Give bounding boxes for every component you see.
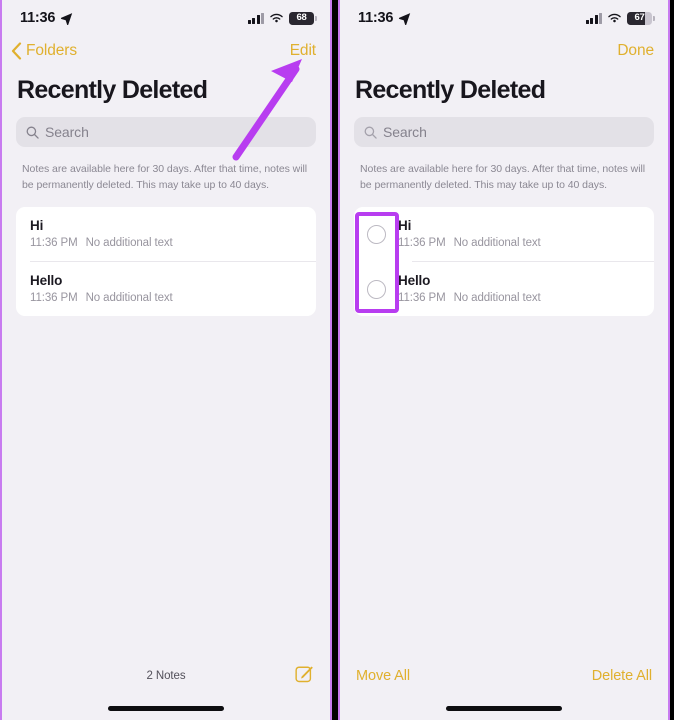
- battery-percent: 67: [634, 12, 645, 24]
- page-title: Recently Deleted: [17, 76, 208, 104]
- note-preview: No additional text: [85, 237, 173, 249]
- retention-description: Notes are available here for 30 days. Af…: [22, 163, 308, 191]
- search-icon: [26, 126, 39, 139]
- note-meta: 11:36 PM No additional text: [398, 237, 654, 249]
- note-content: Hi 11:36 PM No additional text: [398, 207, 654, 261]
- note-time: 11:36 PM: [30, 237, 78, 249]
- status-bar: 11:36 68: [2, 0, 330, 36]
- chevron-left-icon: [11, 42, 22, 60]
- note-time: 11:36 PM: [398, 237, 446, 249]
- status-time: 11:36: [20, 10, 56, 26]
- notes-list: Hi 11:36 PM No additional text Hello 11:…: [16, 207, 316, 316]
- battery-percent: 68: [296, 12, 307, 24]
- location-arrow-icon: [399, 12, 411, 25]
- notes-list: Hi 11:36 PM No additional text Hello 11:…: [354, 207, 654, 316]
- note-time: 11:36 PM: [398, 292, 446, 304]
- delete-all-button[interactable]: Delete All: [592, 668, 652, 684]
- selection-circle-icon[interactable]: [366, 279, 386, 299]
- page-title: Recently Deleted: [355, 76, 546, 104]
- compose-note-button[interactable]: [295, 664, 314, 688]
- search-input[interactable]: Search: [16, 117, 316, 147]
- retention-description: Notes are available here for 30 days. Af…: [360, 163, 646, 191]
- move-all-button[interactable]: Move All: [356, 668, 410, 684]
- status-bar-left: 11:36: [20, 10, 73, 26]
- wifi-icon: [270, 13, 283, 23]
- note-title: Hello: [30, 273, 63, 288]
- status-bar: 11:36 67: [340, 0, 668, 36]
- status-bar-left: 11:36: [358, 10, 411, 26]
- search-placeholder: Search: [45, 124, 89, 140]
- note-title: Hello: [398, 273, 431, 288]
- note-preview: No additional text: [85, 292, 173, 304]
- battery-icon: 67: [627, 11, 655, 25]
- note-meta: 11:36 PM No additional text: [30, 292, 316, 304]
- note-select-cell[interactable]: [354, 262, 398, 316]
- edit-button[interactable]: Edit: [290, 42, 316, 60]
- note-select-cell[interactable]: [354, 207, 398, 261]
- status-time: 11:36: [358, 10, 394, 26]
- comparison-screenshot: 11:36 68 Folders Edit Recently Deleted S…: [0, 0, 674, 720]
- bottom-toolbar: 2 Notes: [2, 656, 330, 696]
- note-meta: 11:36 PM No additional text: [398, 292, 654, 304]
- notes-list-wrap: Hi 11:36 PM No additional text Hello 11:…: [354, 207, 654, 316]
- battery-cap: [315, 15, 317, 21]
- selection-circle-icon[interactable]: [366, 224, 386, 244]
- table-row[interactable]: Hi 11:36 PM No additional text: [354, 207, 654, 261]
- battery-cap: [653, 15, 655, 21]
- status-bar-right: 68: [247, 11, 317, 25]
- back-button-folders[interactable]: Folders: [11, 42, 77, 60]
- left-phone-screen: 11:36 68 Folders Edit Recently Deleted S…: [0, 0, 332, 720]
- note-title: Hi: [30, 218, 44, 233]
- home-indicator: [446, 706, 562, 711]
- compose-note-icon: [295, 666, 313, 683]
- note-preview: No additional text: [453, 237, 541, 249]
- table-row[interactable]: Hello 11:36 PM No additional text: [16, 262, 316, 316]
- back-button-label: Folders: [26, 42, 77, 59]
- bottom-toolbar: Move All Delete All: [340, 656, 668, 696]
- wifi-icon: [608, 13, 621, 23]
- battery-icon: 68: [289, 11, 317, 25]
- notes-list-wrap: Hi 11:36 PM No additional text Hello 11:…: [16, 207, 316, 316]
- status-bar-right: 67: [585, 11, 655, 25]
- table-row[interactable]: Hi 11:36 PM No additional text: [16, 207, 316, 261]
- location-arrow-icon: [61, 12, 73, 25]
- note-content: Hello 11:36 PM No additional text: [16, 262, 316, 316]
- search-icon: [364, 126, 377, 139]
- note-meta: 11:36 PM No additional text: [30, 237, 316, 249]
- note-content: Hello 11:36 PM No additional text: [398, 262, 654, 316]
- done-button[interactable]: Done: [617, 42, 654, 60]
- home-indicator: [108, 706, 224, 711]
- nav-bar: Folders Edit: [2, 36, 330, 66]
- note-content: Hi 11:36 PM No additional text: [16, 207, 316, 261]
- cellular-signal-icon: [247, 12, 264, 24]
- search-placeholder: Search: [383, 124, 427, 140]
- note-time: 11:36 PM: [30, 292, 78, 304]
- right-phone-screen: 11:36 67 Done Recently Deleted Search No…: [338, 0, 670, 720]
- search-input[interactable]: Search: [354, 117, 654, 147]
- notes-count-label: 2 Notes: [146, 670, 186, 682]
- cellular-signal-icon: [585, 12, 602, 24]
- note-preview: No additional text: [453, 292, 541, 304]
- table-row[interactable]: Hello 11:36 PM No additional text: [354, 262, 654, 316]
- nav-bar: Done: [340, 36, 668, 66]
- note-title: Hi: [398, 218, 412, 233]
